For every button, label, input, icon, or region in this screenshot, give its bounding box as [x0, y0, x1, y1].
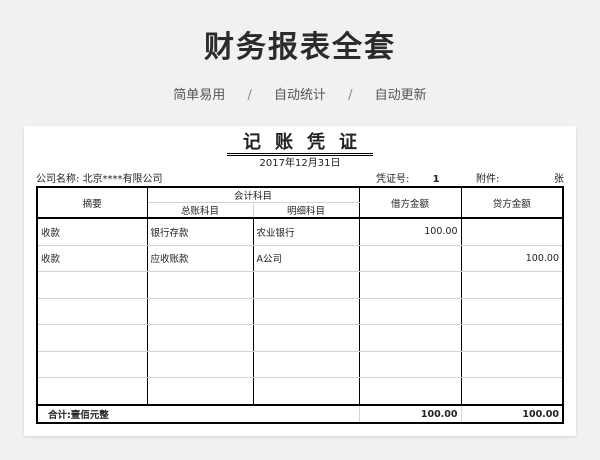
cell-credit[interactable]	[460, 350, 564, 379]
cell-credit[interactable]: 100.00	[460, 244, 564, 273]
header-summary: 摘要	[37, 187, 148, 219]
cell-debit[interactable]: 100.00	[358, 217, 462, 246]
header-detail-account: 明细科目	[253, 202, 360, 219]
cell-summary[interactable]	[36, 377, 148, 406]
attachment-label: 附件:	[476, 174, 500, 185]
voucher-no-label: 凭证号:	[376, 174, 410, 185]
header-credit: 贷方金额	[461, 187, 564, 219]
cell-summary[interactable]: 收款	[36, 217, 148, 246]
company-info: 公司名称: 北京****有限公司	[36, 170, 163, 185]
table-row	[36, 350, 564, 379]
cell-general-account[interactable]: 应收账款	[146, 244, 254, 273]
cell-general-account[interactable]	[146, 297, 254, 326]
table-row	[36, 377, 564, 406]
cell-summary[interactable]: 收款	[36, 244, 148, 273]
cell-debit[interactable]	[358, 244, 462, 273]
cell-detail-account[interactable]	[252, 324, 360, 352]
cell-debit[interactable]	[358, 297, 462, 326]
table-row: 收款 银行存款 农业银行 100.00	[36, 217, 564, 246]
voucher-no-value[interactable]: 1	[433, 174, 440, 185]
feature-separator: /	[348, 88, 353, 103]
feature-item: 简单易用	[173, 88, 226, 103]
table-row: 收款 应收账款 A公司 100.00	[36, 244, 564, 273]
total-debit: 100.00	[358, 404, 462, 424]
cell-general-account[interactable]	[146, 324, 254, 352]
cell-detail-account[interactable]	[252, 377, 360, 406]
cell-credit[interactable]	[460, 271, 564, 299]
cell-summary[interactable]	[36, 324, 148, 352]
cell-general-account[interactable]	[146, 377, 254, 406]
cell-detail-account[interactable]: 农业银行	[252, 217, 360, 246]
header-general-account: 总账科目	[147, 202, 254, 219]
cell-credit[interactable]	[460, 324, 564, 352]
cell-credit[interactable]	[460, 297, 564, 326]
voucher-number: 凭证号: 1	[376, 170, 440, 185]
feature-item: 自动更新	[374, 88, 427, 103]
company-label: 公司名称:	[36, 174, 80, 185]
cell-detail-account[interactable]	[252, 350, 360, 379]
feature-item: 自动统计	[273, 88, 326, 103]
total-label: 合计:壹佰元整	[36, 404, 360, 424]
voucher-table: 摘要 会计科目 借方金额 贷方金额 总账科目 明细科目 收款 银行存款 农业银行…	[36, 186, 565, 424]
total-row: 合计:壹佰元整 100.00 100.00	[36, 404, 564, 424]
attachment-unit: 张	[554, 174, 564, 185]
company-name[interactable]: 北京****有限公司	[83, 174, 163, 185]
feature-list: 简单易用 / 自动统计 / 自动更新	[0, 84, 600, 103]
cell-debit[interactable]	[358, 350, 462, 379]
cell-general-account[interactable]	[146, 271, 254, 299]
table-row	[36, 324, 564, 352]
voucher-info-row: 公司名称: 北京****有限公司 凭证号: 1 附件: 张	[36, 170, 564, 185]
cell-detail-account[interactable]	[252, 271, 360, 299]
voucher-date: 2017年12月31日	[259, 158, 341, 169]
cell-debit[interactable]	[358, 324, 462, 352]
cell-detail-account[interactable]: A公司	[252, 244, 360, 273]
table-row	[36, 297, 564, 326]
voucher-title: 记账凭证	[24, 132, 576, 156]
cell-credit[interactable]	[460, 217, 564, 246]
page-title: 财务报表全套	[204, 30, 396, 65]
cell-detail-account[interactable]	[252, 297, 360, 326]
header-account-group: 会计科目	[147, 187, 360, 203]
voucher-sheet: 记账凭证 2017年12月31日 公司名称: 北京****有限公司 凭证号: 1…	[24, 126, 576, 436]
total-credit: 100.00	[460, 404, 564, 424]
cell-debit[interactable]	[358, 271, 462, 299]
cell-general-account[interactable]	[146, 350, 254, 379]
feature-separator: /	[247, 88, 252, 103]
cell-summary[interactable]	[36, 297, 148, 326]
cell-general-account[interactable]: 银行存款	[146, 217, 254, 246]
table-row	[36, 271, 564, 299]
cell-debit[interactable]	[358, 377, 462, 406]
cell-summary[interactable]	[36, 350, 148, 379]
cell-credit[interactable]	[460, 377, 564, 406]
cell-summary[interactable]	[36, 271, 148, 299]
header-debit: 借方金额	[359, 187, 462, 219]
